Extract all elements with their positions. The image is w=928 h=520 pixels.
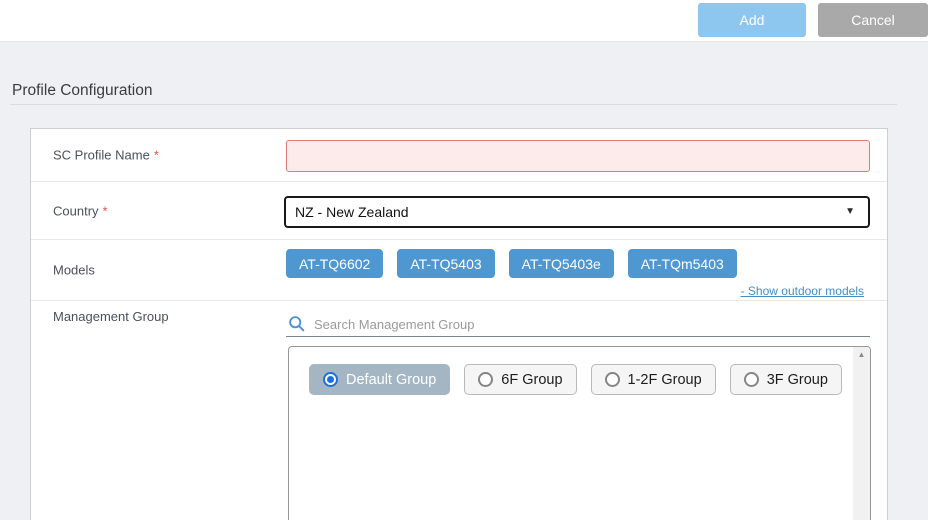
search-input[interactable] — [314, 315, 870, 335]
scrollbar[interactable]: ▲ — [853, 347, 870, 520]
models-row: Models AT-TQ6602AT-TQ5403AT-TQ5403eAT-TQ… — [31, 240, 887, 301]
management-group-row: Management Group Default Group 6F Grou — [31, 301, 887, 520]
group-pill-label: 3F Group — [767, 372, 828, 388]
group-radio-pill[interactable]: Default Group — [309, 364, 450, 395]
radio-icon — [478, 372, 493, 387]
title-divider — [10, 104, 897, 105]
profile-name-input[interactable] — [286, 140, 870, 172]
model-buttons: AT-TQ6602 AT-TQ5403 AT-TQ5403e AT-TQm5403 — [286, 249, 737, 278]
country-selected-value: NZ - New Zealand — [295, 204, 409, 220]
profile-name-row: SC Profile Name * — [31, 129, 887, 182]
group-radio-pill[interactable]: 3F Group — [730, 364, 842, 395]
required-asterisk: * — [103, 203, 108, 218]
group-pill-label: 6F Group — [501, 372, 562, 388]
country-row: Country * NZ - New Zealand ▼ — [31, 182, 887, 240]
group-radio-pill[interactable]: 1-2F Group — [591, 364, 716, 395]
management-group-label: Management Group — [53, 309, 169, 324]
model-button[interactable]: AT-TQm5403 — [628, 249, 737, 278]
group-pills: Default Group 6F Group 1-2F Group 3F G — [309, 364, 842, 395]
show-outdoor-models-link[interactable]: - Show outdoor models — [741, 284, 864, 298]
radio-icon — [744, 372, 759, 387]
country-select[interactable]: NZ - New Zealand ▼ — [284, 196, 870, 228]
search-icon — [288, 315, 305, 332]
models-label: Models — [53, 263, 95, 278]
top-action-bar: Add Cancel — [0, 0, 928, 42]
profile-configuration-card: SC Profile Name * Country * NZ - New Zeala… — [30, 128, 888, 520]
profile-name-label: SC Profile Name * — [53, 148, 159, 163]
group-pill-label: Default Group — [346, 372, 436, 388]
add-button[interactable]: Add — [698, 3, 806, 37]
group-pill-label: 1-2F Group — [628, 372, 702, 388]
radio-icon — [323, 372, 338, 387]
country-label-text: Country — [53, 203, 99, 218]
chevron-down-icon: ▼ — [845, 198, 855, 226]
page-title: Profile Configuration — [12, 82, 152, 100]
model-button[interactable]: AT-TQ5403 — [397, 249, 494, 278]
country-label: Country * — [53, 203, 108, 218]
radio-icon — [605, 372, 620, 387]
management-group-search — [286, 313, 870, 337]
group-radio-pill[interactable]: 6F Group — [464, 364, 576, 395]
group-list-box: Default Group 6F Group 1-2F Group 3F G — [288, 346, 871, 520]
cancel-button[interactable]: Cancel — [818, 3, 928, 37]
required-asterisk: * — [154, 148, 159, 163]
model-button[interactable]: AT-TQ5403e — [509, 249, 614, 278]
profile-name-label-text: SC Profile Name — [53, 148, 150, 163]
scroll-up-icon[interactable]: ▲ — [853, 350, 870, 359]
radio-dot-icon — [327, 376, 334, 383]
model-button[interactable]: AT-TQ6602 — [286, 249, 383, 278]
